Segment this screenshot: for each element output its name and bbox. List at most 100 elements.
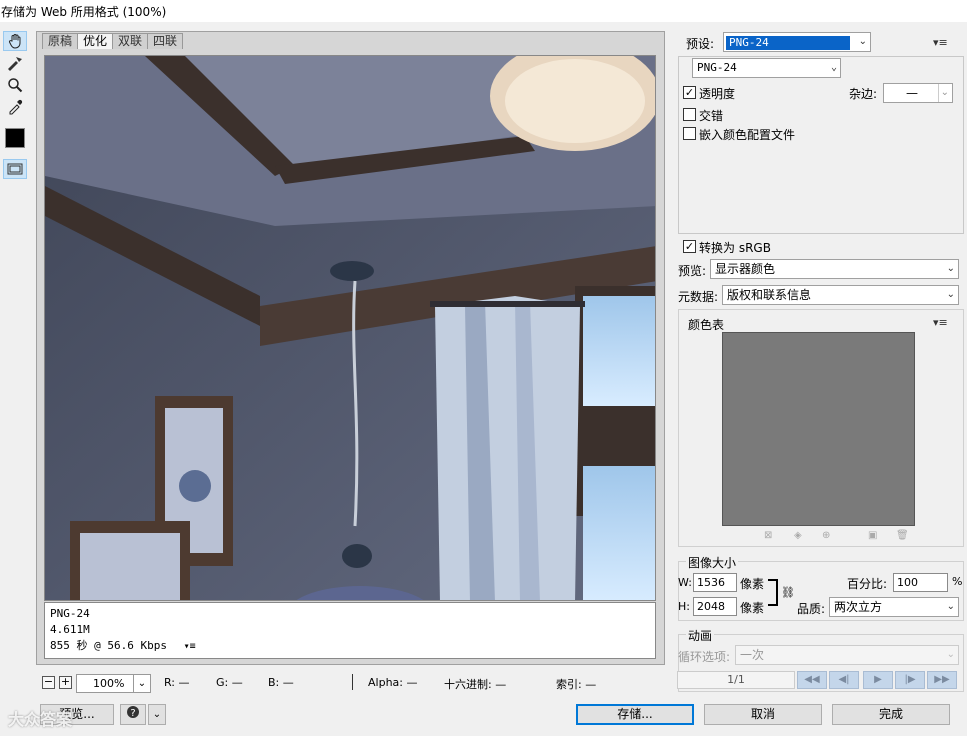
height-input[interactable]: 2048: [693, 597, 737, 616]
g-readout: G: —: [216, 676, 243, 689]
index-readout: 索引: —: [556, 678, 597, 691]
watermark: 大众答案: [8, 710, 73, 729]
tab-4-up[interactable]: 四联: [147, 33, 184, 49]
alpha-readout: Alpha: —: [368, 676, 418, 689]
interlaced-label: 交错: [699, 109, 724, 123]
browser-icon[interactable]: ?: [120, 704, 146, 725]
format-select[interactable]: PNG-24 ⌄: [692, 58, 841, 78]
eyedropper-color-swatch[interactable]: [5, 128, 25, 148]
color-table-trash-icon[interactable]: 🗑: [896, 530, 909, 541]
preset-select[interactable]: PNG-24 ⌄: [723, 32, 871, 52]
first-frame-icon[interactable]: ◀◀: [797, 671, 827, 689]
zoom-tool-icon[interactable]: [3, 75, 27, 95]
play-icon[interactable]: ▶: [863, 671, 893, 689]
preview-label: 预览:: [678, 264, 707, 278]
width-unit: 像素: [740, 577, 765, 591]
matte-select[interactable]: — ⌄: [883, 83, 953, 103]
link-icon[interactable]: ⛓: [781, 586, 795, 599]
aspect-link-bracket: [768, 579, 778, 606]
browser-dropdown-icon[interactable]: ⌄: [148, 704, 166, 725]
status-bar: − + 100% ⌄ R: — G: — B: — Alpha: — 十六进制:…: [36, 672, 665, 694]
info-size: 4.611M: [50, 623, 90, 636]
done-button[interactable]: 完成: [832, 704, 950, 725]
chevron-down-icon: ⌄: [858, 36, 867, 47]
metadata-select[interactable]: 版权和联系信息 ⌄: [722, 285, 959, 305]
frame-counter: 1/1: [677, 671, 795, 689]
matte-value: —: [906, 86, 918, 100]
color-table-menu-icon[interactable]: ▾≡: [933, 316, 948, 329]
chevron-down-icon: ⌄: [830, 62, 837, 73]
eyedropper-tool-icon[interactable]: [3, 97, 27, 117]
zoom-in-button[interactable]: +: [59, 676, 72, 689]
matte-label: 杂边:: [849, 87, 878, 101]
color-table-map-icon[interactable]: ⊠: [764, 530, 772, 541]
chevron-down-icon: ⌄: [946, 601, 955, 612]
slice-select-tool-icon[interactable]: [3, 53, 27, 73]
quality-label: 品质:: [797, 602, 826, 616]
last-frame-icon[interactable]: ▶▶: [927, 671, 957, 689]
loop-label: 循环选项:: [678, 650, 731, 664]
height-label: H:: [678, 600, 690, 613]
interlaced-checkbox[interactable]: [683, 108, 696, 121]
cancel-button[interactable]: 取消: [704, 704, 822, 725]
color-table-new-icon[interactable]: ▣: [868, 530, 877, 541]
width-input[interactable]: 1536: [693, 573, 737, 592]
next-frame-icon[interactable]: |▶: [895, 671, 925, 689]
percent-label: 百分比:: [847, 577, 888, 591]
zoom-dropdown-icon[interactable]: ⌄: [133, 674, 151, 693]
quality-value: 两次立方: [834, 600, 883, 614]
transparency-label: 透明度: [699, 87, 736, 101]
image-preview[interactable]: [44, 55, 656, 601]
format-value: PNG-24: [697, 61, 737, 74]
animation-label: 动画: [686, 627, 715, 644]
preset-value: PNG-24: [726, 36, 850, 50]
metadata-label: 元数据:: [678, 290, 719, 304]
status-divider: [352, 674, 353, 690]
b-readout: B: —: [268, 676, 294, 689]
tab-2-up[interactable]: 双联: [112, 33, 149, 49]
color-table-swatches[interactable]: [722, 332, 915, 526]
info-download-time: 855 秒 @ 56.6 Kbps: [50, 639, 167, 652]
height-unit: 像素: [740, 601, 765, 615]
preset-label: 预设:: [686, 37, 715, 51]
percent-input[interactable]: 100: [893, 573, 948, 592]
preset-menu-icon[interactable]: ▾≡: [933, 36, 948, 49]
width-label: W:: [678, 576, 692, 589]
chevron-down-icon: ⌄: [946, 263, 955, 274]
embed-profile-checkbox[interactable]: [683, 127, 696, 140]
tab-optimized[interactable]: 优化: [77, 33, 114, 49]
chevron-down-icon: ⌄: [946, 649, 955, 660]
hex-readout: 十六进制: —: [444, 678, 507, 691]
toggle-slices-icon[interactable]: [3, 159, 27, 179]
zoom-out-button[interactable]: −: [42, 676, 55, 689]
preview-value: 显示器颜色: [715, 262, 776, 276]
info-menu-icon[interactable]: ▾≡: [184, 641, 196, 652]
quality-select[interactable]: 两次立方 ⌄: [829, 597, 959, 617]
svg-text:?: ?: [130, 708, 135, 719]
transparency-checkbox[interactable]: ✓: [683, 86, 696, 99]
convert-srgb-label: 转换为 sRGB: [699, 241, 771, 255]
color-table-label: 颜色表: [686, 316, 727, 333]
window-title: 存储为 Web 所用格式 (100%): [0, 0, 967, 22]
metadata-value: 版权和联系信息: [727, 288, 812, 302]
image-info-panel: PNG-24 4.611M 855 秒 @ 56.6 Kbps ▾≡: [44, 602, 656, 659]
preview-select[interactable]: 显示器颜色 ⌄: [710, 259, 959, 279]
embed-profile-label: 嵌入颜色配置文件: [699, 128, 796, 142]
percent-unit: %: [952, 575, 963, 588]
image-size-label: 图像大小: [686, 554, 739, 571]
tab-original[interactable]: 原稿: [42, 33, 79, 49]
r-readout: R: —: [164, 676, 190, 689]
toolbox: [0, 28, 30, 188]
chevron-down-icon: ⌄: [937, 84, 949, 102]
view-tabs: 原稿 优化 双联 四联: [42, 33, 184, 49]
save-button[interactable]: 存储...: [576, 704, 694, 725]
previous-frame-icon[interactable]: ◀|: [829, 671, 859, 689]
loop-value: 一次: [740, 648, 765, 662]
hand-tool-icon[interactable]: [3, 31, 27, 51]
info-format: PNG-24: [50, 607, 90, 620]
chevron-down-icon: ⌄: [946, 289, 955, 300]
color-table-lock-icon[interactable]: ⊕: [822, 530, 830, 541]
loop-select[interactable]: 一次 ⌄: [735, 645, 959, 665]
convert-srgb-checkbox[interactable]: ✓: [683, 240, 696, 253]
color-table-cube-icon[interactable]: ◈: [794, 530, 802, 541]
